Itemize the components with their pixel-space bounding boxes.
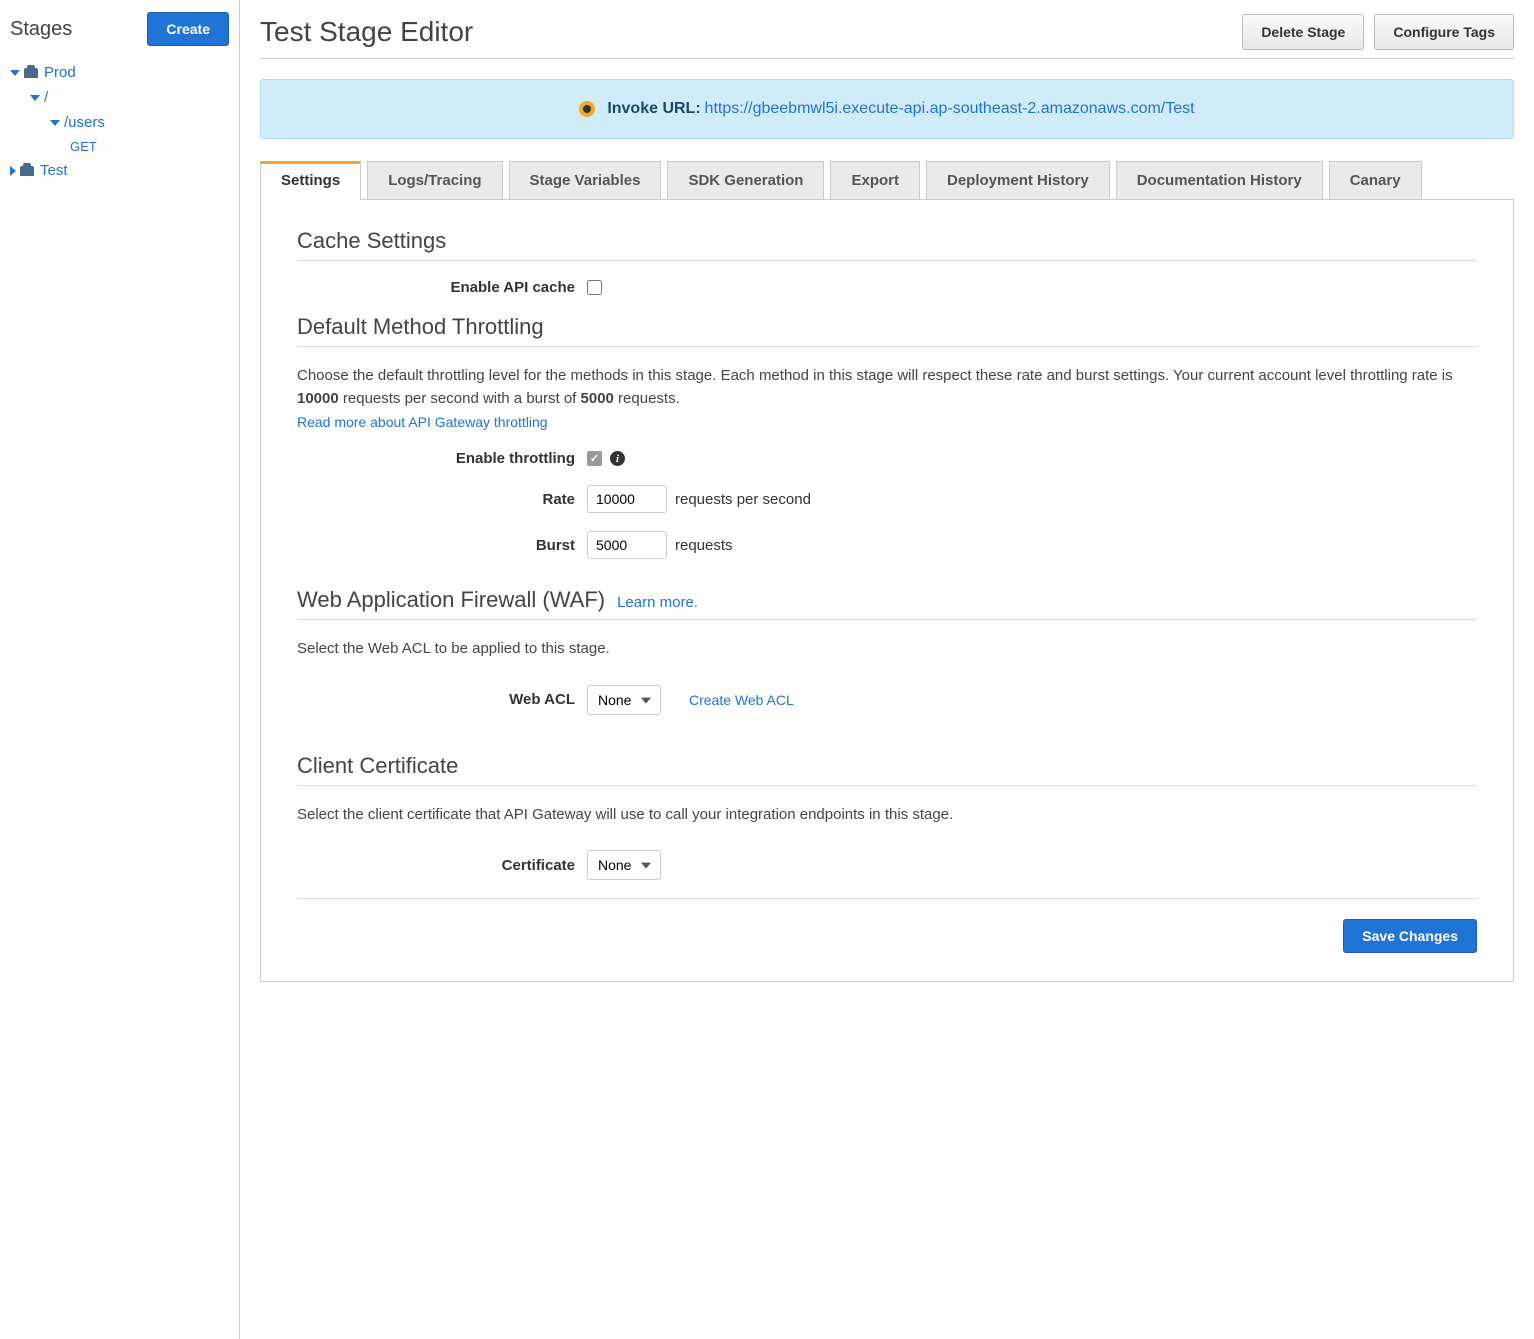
burst-label: Burst	[297, 537, 587, 554]
delete-stage-button[interactable]: Delete Stage	[1242, 14, 1364, 50]
invoke-url-link[interactable]: https://gbeebmwl5i.execute-api.ap-southe…	[705, 100, 1195, 117]
rate-input[interactable]	[587, 485, 667, 513]
tree-label: Test	[40, 162, 68, 179]
tree-label: Prod	[44, 64, 76, 81]
certificate-select[interactable]: None	[587, 850, 661, 880]
tree-item-root[interactable]: /	[30, 85, 229, 110]
enable-api-cache-label: Enable API cache	[297, 279, 587, 296]
tab-deployment-history[interactable]: Deployment History	[926, 161, 1110, 199]
invoke-url-label: Invoke URL:	[607, 100, 700, 117]
tab-documentation-history[interactable]: Documentation History	[1116, 161, 1323, 199]
burst-input[interactable]	[587, 531, 667, 559]
tab-settings[interactable]: Settings	[260, 161, 361, 200]
certificate-label: Certificate	[297, 857, 587, 874]
tree-item-users[interactable]: /users	[50, 110, 229, 135]
page-title: Test Stage Editor	[260, 16, 473, 48]
client-cert-title: Client Certificate	[297, 753, 1477, 779]
waf-title: Web Application Firewall (WAF)	[297, 587, 605, 613]
invoke-url-banner: Invoke URL: https://gbeebmwl5i.execute-a…	[260, 79, 1514, 139]
enable-api-cache-checkbox[interactable]	[587, 280, 602, 295]
save-changes-button[interactable]: Save Changes	[1343, 919, 1477, 953]
stage-icon	[24, 68, 38, 78]
throttling-description: Choose the default throttling level for …	[297, 365, 1477, 410]
cache-settings-title: Cache Settings	[297, 228, 1477, 254]
waf-learn-more-link[interactable]: Learn more.	[617, 594, 698, 611]
tree-item-test[interactable]: Test	[10, 158, 229, 183]
create-stage-button[interactable]: Create	[147, 12, 229, 46]
sidebar: Stages Create Prod / /users GET	[0, 0, 240, 1339]
tab-export[interactable]: Export	[830, 161, 920, 199]
waf-description: Select the Web ACL to be applied to this…	[297, 638, 1477, 661]
tab-canary[interactable]: Canary	[1329, 161, 1422, 199]
stages-tree: Prod / /users GET Test	[10, 60, 229, 183]
throttling-read-more-link[interactable]: Read more about API Gateway throttling	[297, 414, 548, 430]
tab-stage-variables[interactable]: Stage Variables	[509, 161, 662, 199]
rate-suffix: requests per second	[675, 491, 811, 508]
web-acl-select[interactable]: None	[587, 685, 661, 715]
caret-right-icon	[10, 166, 16, 176]
caret-down-icon	[10, 70, 20, 76]
stage-icon	[20, 166, 34, 176]
tree-item-get[interactable]: GET	[70, 135, 229, 158]
main: Test Stage Editor Delete Stage Configure…	[240, 0, 1534, 1339]
tabs: Settings Logs/Tracing Stage Variables SD…	[260, 161, 1514, 199]
caret-down-icon	[50, 120, 60, 126]
web-acl-label: Web ACL	[297, 691, 587, 708]
tab-sdk-generation[interactable]: SDK Generation	[667, 161, 824, 199]
tree-method-label: GET	[70, 139, 97, 154]
sidebar-title: Stages	[10, 18, 72, 41]
create-web-acl-link[interactable]: Create Web ACL	[689, 692, 794, 708]
tab-logs-tracing[interactable]: Logs/Tracing	[367, 161, 502, 199]
rate-label: Rate	[297, 491, 587, 508]
burst-suffix: requests	[675, 537, 733, 554]
enable-throttling-checkbox[interactable]	[587, 451, 602, 466]
info-icon[interactable]: i	[610, 451, 625, 466]
settings-panel: Cache Settings Enable API cache Default …	[260, 199, 1514, 982]
caret-down-icon	[30, 95, 40, 101]
enable-throttling-label: Enable throttling	[297, 450, 587, 467]
tree-label: /users	[64, 114, 105, 131]
configure-tags-button[interactable]: Configure Tags	[1374, 14, 1514, 50]
target-icon	[579, 101, 595, 117]
tree-label: /	[44, 89, 48, 106]
client-cert-description: Select the client certificate that API G…	[297, 804, 1477, 827]
throttling-title: Default Method Throttling	[297, 314, 1477, 340]
tree-item-prod[interactable]: Prod	[10, 60, 229, 85]
